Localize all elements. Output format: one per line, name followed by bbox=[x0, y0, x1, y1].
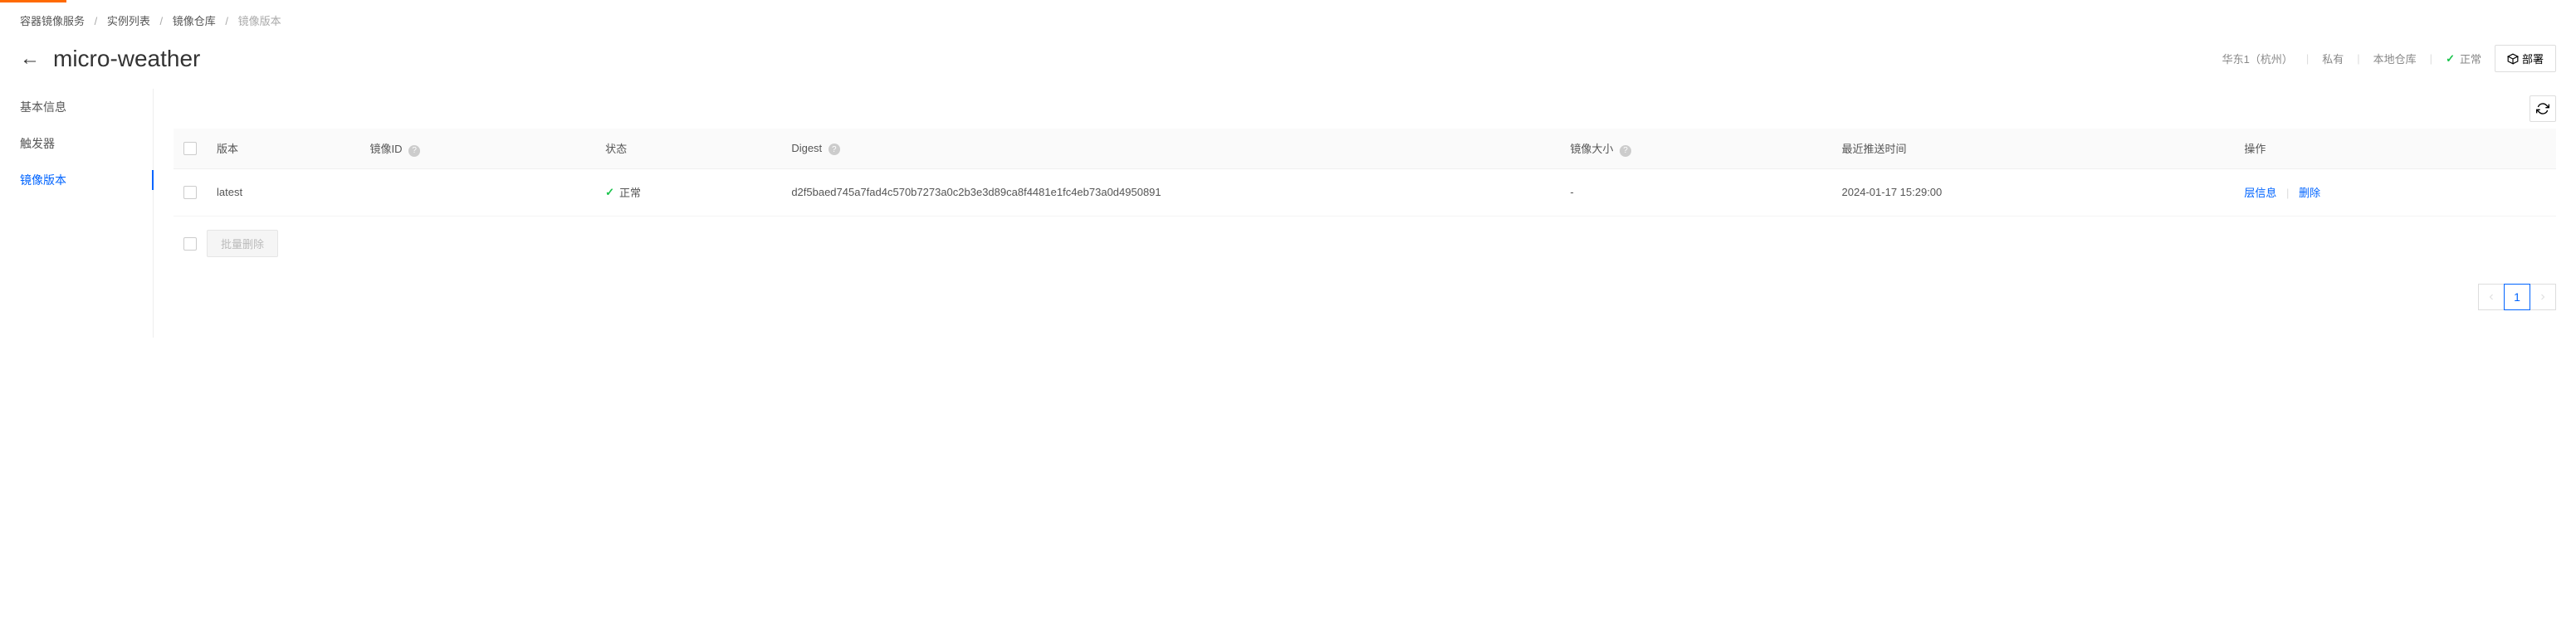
region-label: 华东1（杭州） bbox=[2222, 51, 2293, 66]
layer-info-link[interactable]: 层信息 bbox=[2244, 187, 2276, 199]
versions-table: 版本 镜像ID ? 状态 Digest ? 镜像大小 ? bbox=[174, 129, 2556, 217]
action-cell: 层信息 | 删除 bbox=[2234, 168, 2556, 217]
row-checkbox[interactable] bbox=[183, 186, 197, 199]
push-time-cell: 2024-01-17 15:29:00 bbox=[1832, 168, 2235, 217]
breadcrumb: 容器镜像服务 / 实例列表 / 镜像仓库 / 镜像版本 bbox=[0, 2, 2576, 38]
image-id-cell bbox=[360, 168, 596, 217]
back-arrow-icon[interactable]: ← bbox=[20, 47, 40, 71]
check-icon: ✓ bbox=[605, 186, 614, 199]
visibility-label: 私有 bbox=[2322, 51, 2344, 66]
deploy-button[interactable]: 部署 bbox=[2495, 45, 2556, 72]
breadcrumb-current: 镜像版本 bbox=[238, 15, 281, 27]
size-cell: - bbox=[1560, 168, 1831, 217]
digest-cell: d2f5baed745a7fad4c570b7273a0c2b3e3d89ca8… bbox=[781, 168, 1560, 217]
batch-delete-button[interactable]: 批量删除 bbox=[207, 230, 278, 257]
column-status: 状态 bbox=[595, 129, 781, 168]
select-all-checkbox[interactable] bbox=[183, 142, 197, 155]
repo-type-label: 本地仓库 bbox=[2373, 51, 2417, 66]
help-icon[interactable]: ? bbox=[829, 144, 840, 155]
status-badge: ✓ 正常 bbox=[2446, 51, 2481, 66]
status-cell: ✓ 正常 bbox=[595, 168, 781, 217]
sidebar-item-triggers[interactable]: 触发器 bbox=[20, 125, 153, 162]
column-push-time: 最近推送时间 bbox=[1832, 129, 2235, 168]
refresh-button[interactable] bbox=[2530, 95, 2556, 122]
pagination: 1 bbox=[174, 270, 2556, 324]
column-digest: Digest ? bbox=[781, 129, 1560, 168]
help-icon[interactable]: ? bbox=[408, 145, 420, 157]
chevron-left-icon bbox=[2486, 292, 2496, 302]
help-icon[interactable]: ? bbox=[1620, 145, 1631, 157]
cube-icon bbox=[2507, 53, 2519, 65]
chevron-right-icon bbox=[2538, 292, 2548, 302]
breadcrumb-link[interactable]: 实例列表 bbox=[107, 15, 150, 27]
sidebar: 基本信息 触发器 镜像版本 bbox=[20, 89, 153, 338]
check-icon: ✓ bbox=[2446, 52, 2455, 66]
column-image-id: 镜像ID ? bbox=[360, 129, 596, 168]
column-action: 操作 bbox=[2234, 129, 2556, 168]
version-cell: latest bbox=[207, 168, 360, 217]
next-page-button[interactable] bbox=[2530, 284, 2556, 310]
footer-checkbox[interactable] bbox=[183, 237, 197, 251]
delete-link[interactable]: 删除 bbox=[2299, 187, 2320, 199]
sidebar-item-basic-info[interactable]: 基本信息 bbox=[20, 89, 153, 125]
breadcrumb-link[interactable]: 镜像仓库 bbox=[173, 15, 216, 27]
column-size: 镜像大小 ? bbox=[1560, 129, 1831, 168]
prev-page-button[interactable] bbox=[2478, 284, 2505, 310]
column-version: 版本 bbox=[207, 129, 360, 168]
sidebar-item-versions[interactable]: 镜像版本 bbox=[20, 162, 153, 198]
page-number-button[interactable]: 1 bbox=[2504, 284, 2530, 310]
refresh-icon bbox=[2536, 102, 2549, 115]
page-title: micro-weather bbox=[53, 46, 2222, 72]
breadcrumb-link[interactable]: 容器镜像服务 bbox=[20, 15, 85, 27]
table-row: latest ✓ 正常 d2f5baed745a7fad4c570b7273a0… bbox=[174, 168, 2556, 217]
